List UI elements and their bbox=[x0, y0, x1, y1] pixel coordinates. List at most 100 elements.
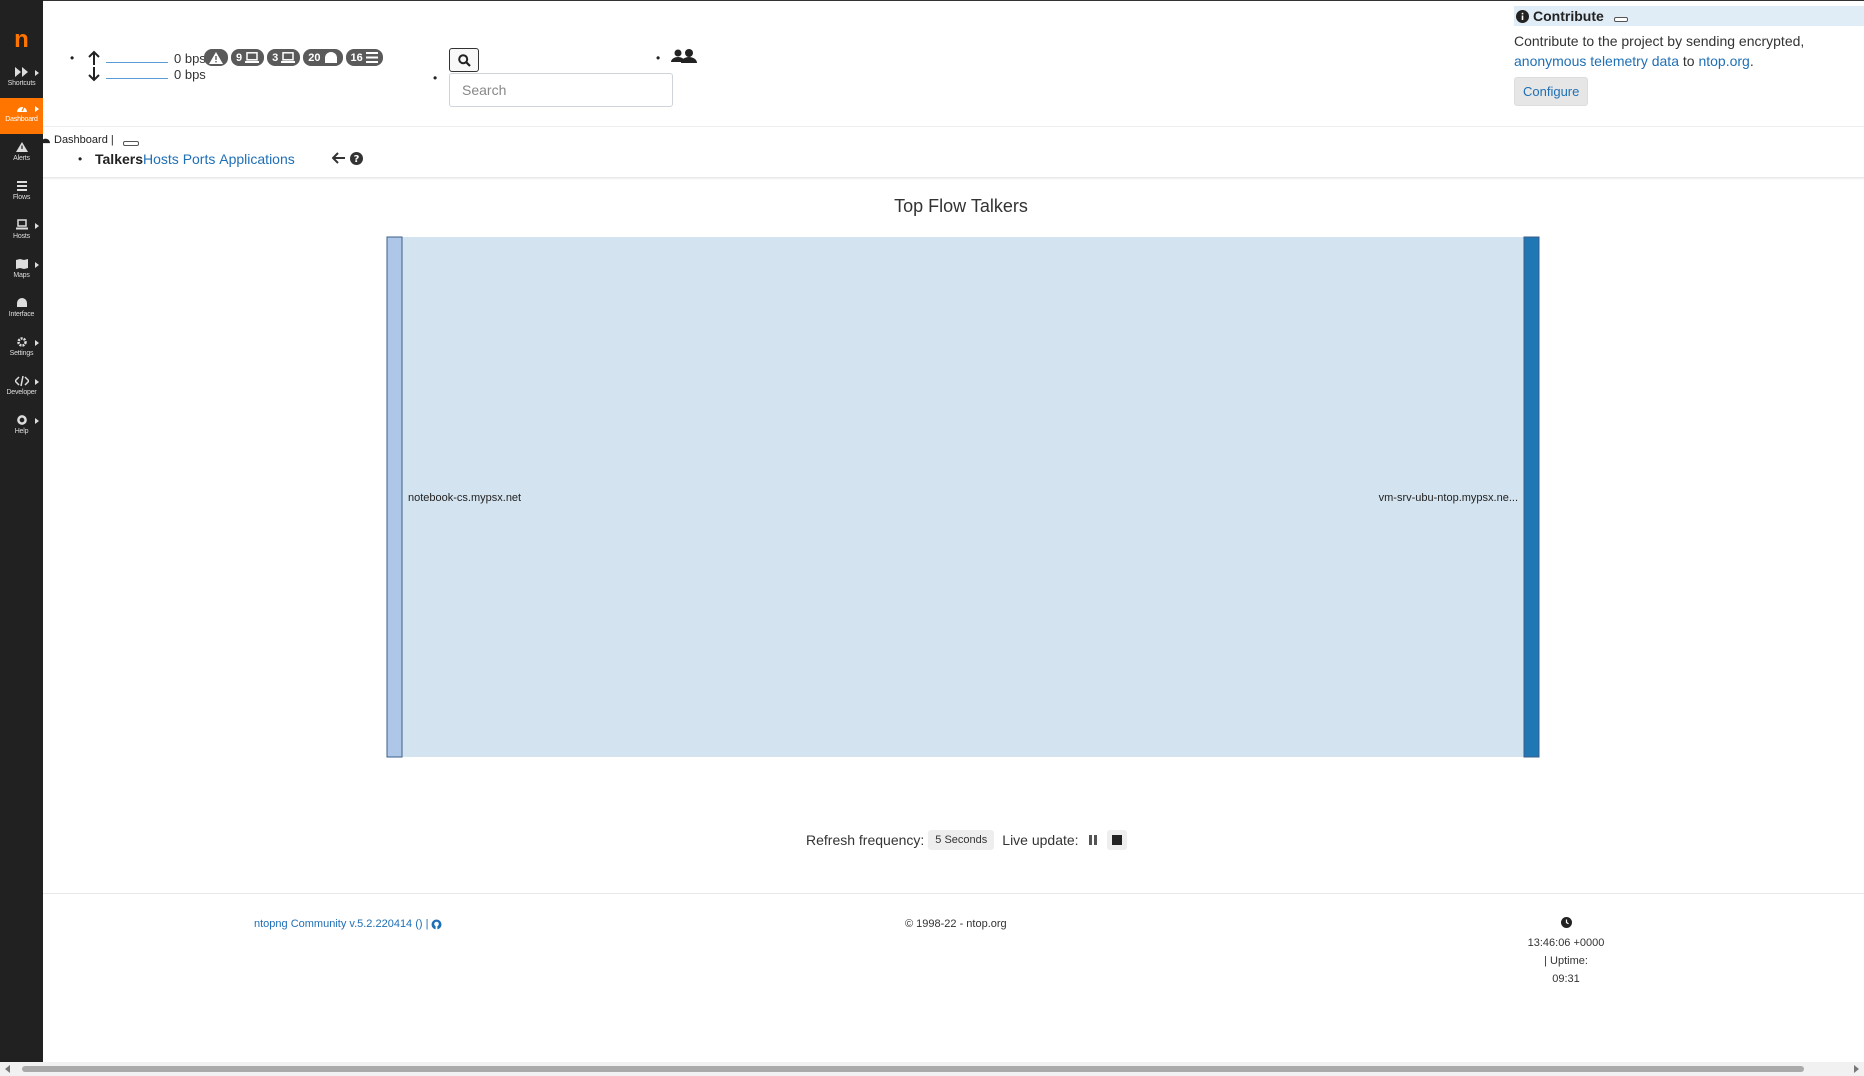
stop-icon bbox=[1111, 835, 1122, 845]
ntop-link[interactable]: ntop.org bbox=[1698, 53, 1749, 69]
laptop-icon bbox=[281, 52, 296, 63]
tab-applications[interactable]: Applications bbox=[219, 151, 295, 167]
scroll-left-arrow[interactable] bbox=[5, 1065, 10, 1073]
sankey-node-left[interactable] bbox=[386, 236, 403, 758]
traffic-upload[interactable]: 0 bps bbox=[88, 50, 206, 66]
sidebar-item-label: Developer bbox=[6, 389, 37, 396]
sidebar-item-dashboard[interactable]: Dashboard bbox=[0, 98, 43, 134]
search-button[interactable] bbox=[449, 48, 479, 72]
configure-button[interactable]: Configure bbox=[1514, 77, 1589, 106]
arrow-up-icon bbox=[88, 50, 100, 65]
local-hosts-count: 9 bbox=[236, 51, 243, 64]
server-time: 13:46:06 +0000 bbox=[1527, 937, 1605, 949]
warning-icon bbox=[209, 51, 223, 64]
chevron-right-icon bbox=[35, 70, 39, 76]
gear-icon bbox=[16, 337, 27, 347]
tab-hosts[interactable]: Hosts bbox=[143, 151, 179, 167]
chevron-right-icon bbox=[35, 223, 39, 229]
refresh-controls: Refresh frequency: 5 Seconds Live update… bbox=[806, 830, 1127, 850]
refresh-frequency-label: Refresh frequency: bbox=[806, 832, 925, 848]
sidebar-item-maps[interactable]: Maps bbox=[0, 254, 43, 290]
flows-count: 16 bbox=[350, 51, 363, 64]
ethernet-icon bbox=[324, 52, 337, 63]
search-icon bbox=[457, 53, 471, 67]
refresh-frequency-select[interactable]: 5 Seconds bbox=[928, 830, 995, 850]
uptime-label: | Uptime: bbox=[1544, 955, 1588, 967]
sankey-node-right[interactable] bbox=[1523, 236, 1540, 758]
contribute-text: Contribute to the project by sending enc… bbox=[1514, 31, 1864, 71]
remote-hosts-badge[interactable]: 3 bbox=[267, 49, 301, 66]
footer-clock: 13:46:06 +0000 | Uptime: 09:31 bbox=[1516, 916, 1616, 988]
list-bullet: • bbox=[70, 51, 75, 65]
svg-text:?: ? bbox=[354, 154, 360, 165]
sidebar-item-label: Hosts bbox=[13, 233, 30, 240]
sidebar-item-label: Alerts bbox=[13, 155, 30, 162]
sidebar-item-settings[interactable]: Settings bbox=[0, 332, 43, 368]
code-icon bbox=[14, 375, 29, 387]
sidebar-item-shortcuts[interactable]: Shortcuts bbox=[0, 62, 43, 98]
devices-badge[interactable]: 20 bbox=[303, 49, 343, 66]
footer-version[interactable]: ntopng Community v.5.2.220414 () | bbox=[254, 918, 442, 930]
fast-forward-icon bbox=[14, 67, 28, 77]
sankey-node-label: vm-srv-ubu-ntop.mypsx.ne... bbox=[1379, 492, 1518, 504]
sidebar-item-help[interactable]: Help bbox=[0, 410, 43, 446]
sankey-link[interactable] bbox=[402, 237, 1524, 757]
download-sparkline bbox=[106, 78, 168, 79]
alerts-badge[interactable] bbox=[204, 49, 228, 66]
uptime-value: 09:31 bbox=[1552, 973, 1580, 985]
sidebar: n Shortcuts Dashboard Alerts Flows Hosts… bbox=[0, 0, 43, 1076]
flows-badge[interactable]: 16 bbox=[345, 49, 383, 66]
traffic-download[interactable]: 0 bps bbox=[88, 66, 206, 82]
sidebar-item-label: Settings bbox=[9, 350, 34, 357]
list-bullet: • bbox=[656, 51, 661, 65]
upload-sparkline bbox=[106, 62, 168, 63]
clock-icon bbox=[1560, 917, 1572, 928]
ethernet-icon bbox=[16, 298, 27, 307]
dashboard-tabs: Talkers Hosts Ports Applications bbox=[95, 151, 295, 167]
list-icon bbox=[16, 181, 27, 191]
remote-hosts-count: 3 bbox=[272, 51, 279, 64]
sidebar-item-interface[interactable]: Interface bbox=[0, 293, 43, 329]
scrollbar-thumb[interactable] bbox=[22, 1066, 1804, 1072]
local-hosts-badge[interactable]: 9 bbox=[231, 49, 265, 66]
arrow-left-icon[interactable] bbox=[332, 152, 346, 164]
upload-rate: 0 bps bbox=[174, 50, 206, 66]
top-talkers-sankey[interactable]: notebook-cs.mypsx.net vm-srv-ubu-ntop.myp… bbox=[386, 236, 1540, 758]
subnav-shadow bbox=[43, 177, 1864, 180]
sankey-node-label: notebook-cs.mypsx.net bbox=[408, 492, 521, 504]
laptop-icon bbox=[15, 219, 28, 230]
help-circle-icon[interactable]: ? bbox=[350, 152, 363, 165]
breadcrumb-dashboard: Dashboard bbox=[54, 133, 108, 146]
breadcrumb: Dashboard | bbox=[40, 133, 139, 146]
user-menu[interactable]: • bbox=[656, 48, 698, 69]
sidebar-item-alerts[interactable]: Alerts bbox=[0, 137, 43, 173]
contribute-description: Contribute to the project by sending enc… bbox=[1514, 33, 1805, 49]
tab-talkers[interactable]: Talkers bbox=[95, 151, 143, 167]
sidebar-item-label: Maps bbox=[13, 272, 30, 279]
subnav-actions: ? bbox=[332, 152, 363, 165]
ntop-logo[interactable]: n bbox=[0, 28, 43, 56]
sidebar-item-hosts[interactable]: Hosts bbox=[0, 215, 43, 251]
pause-button[interactable] bbox=[1083, 830, 1103, 850]
sidebar-item-label: Flows bbox=[12, 194, 31, 201]
sidebar-item-flows[interactable]: Flows bbox=[0, 176, 43, 212]
tab-ports[interactable]: Ports bbox=[183, 151, 216, 167]
github-icon[interactable] bbox=[431, 919, 442, 930]
version-text: ntopng Community v.5.2.220414 () | bbox=[254, 918, 429, 930]
sidebar-item-label: Interface bbox=[8, 311, 35, 318]
telemetry-link[interactable]: anonymous telemetry data bbox=[1514, 53, 1679, 69]
contribute-connector: to bbox=[1678, 53, 1699, 69]
chevron-right-icon bbox=[35, 106, 39, 112]
stop-button[interactable] bbox=[1106, 830, 1127, 850]
pause-icon bbox=[1088, 835, 1097, 845]
sidebar-item-developer[interactable]: Developer bbox=[0, 371, 43, 407]
horizontal-scrollbar[interactable] bbox=[0, 1062, 1864, 1076]
live-update-label: Live update: bbox=[1002, 832, 1079, 848]
scroll-right-arrow[interactable] bbox=[1854, 1065, 1859, 1073]
dismiss-button[interactable] bbox=[1613, 16, 1628, 22]
collapse-toggle[interactable] bbox=[122, 141, 139, 146]
map-icon bbox=[15, 259, 28, 269]
info-circle-icon bbox=[1516, 9, 1529, 23]
search-input[interactable] bbox=[449, 73, 673, 107]
header-badges: 9 3 20 16 bbox=[204, 49, 383, 66]
